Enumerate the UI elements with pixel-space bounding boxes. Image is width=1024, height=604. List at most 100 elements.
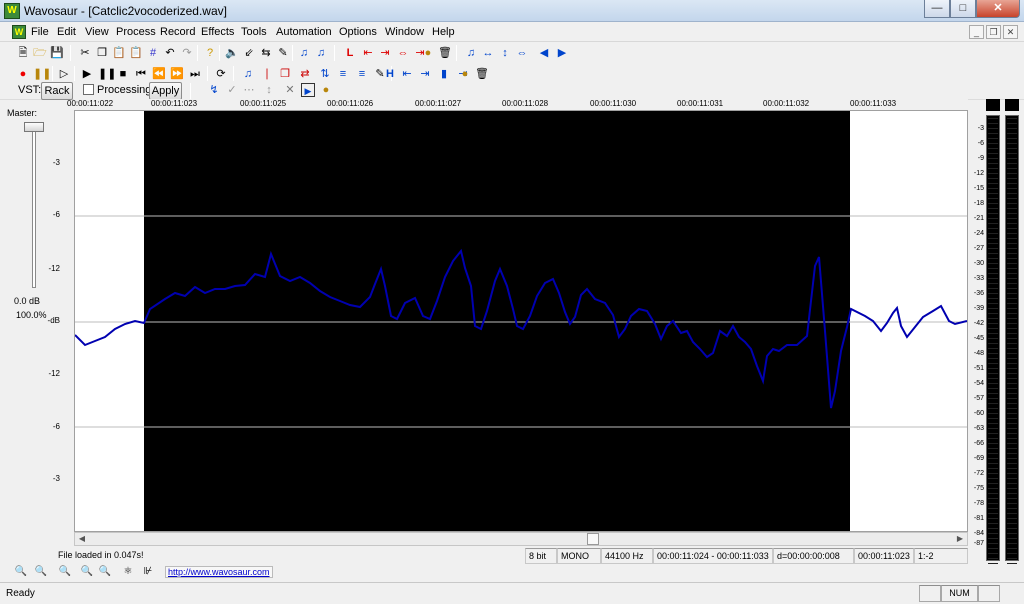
pencil-icon[interactable]: ✎ [276, 46, 290, 60]
marker-next-icon[interactable]: ⇥ [418, 67, 432, 81]
loop-icon[interactable]: ⇆ [259, 46, 273, 60]
zoom-fit-icon[interactable]: ⊮ [141, 565, 155, 579]
close-button[interactable]: ✕ [976, 0, 1020, 18]
play-from-start-icon[interactable]: ▷ [57, 67, 71, 81]
save-icon[interactable]: 💾 [50, 46, 64, 60]
maximize-button[interactable]: □ [950, 0, 976, 18]
zoom-out-icon[interactable]: 🔍 [34, 565, 48, 579]
menu-process[interactable]: Process [116, 26, 156, 38]
wave-left-icon[interactable]: ♫ [297, 46, 311, 60]
trash-icon[interactable]: 🗑 [438, 46, 452, 60]
paste-icon[interactable]: 📋 [112, 46, 126, 60]
reverse-icon[interactable]: ⇄ [298, 67, 312, 81]
automation-lock-icon[interactable]: ● [319, 83, 333, 97]
waveform-canvas[interactable] [74, 111, 968, 531]
go-end-icon[interactable]: ⏭ [188, 67, 202, 81]
shrink-icon[interactable]: ↕ [498, 46, 512, 60]
fit-icon[interactable]: ⇔ [515, 46, 529, 60]
check-icon[interactable]: ✓ [225, 83, 239, 97]
envelope-icon[interactable]: ↯ [207, 83, 221, 97]
zoom-vertical-in-icon[interactable]: 🔍 [80, 565, 94, 579]
stop-icon[interactable]: ■ [116, 67, 130, 81]
menu-edit[interactable]: Edit [57, 26, 76, 38]
gain-icon[interactable]: ≡ [355, 67, 369, 81]
play-icon[interactable]: ▶ [80, 67, 94, 81]
speaker-icon[interactable]: 🔈 [225, 46, 239, 60]
arrows-icon[interactable]: ↕ [262, 83, 276, 97]
stretch-icon[interactable]: ↔ [481, 46, 495, 60]
scroll-right-icon[interactable]: ▶ [953, 533, 967, 545]
marker-right-icon[interactable]: ⇥ [378, 46, 392, 60]
zoom-selection-icon[interactable]: 🔍 [58, 565, 72, 579]
website-link[interactable]: http://www.wavosaur.com [165, 566, 273, 578]
undo-icon[interactable]: ↶ [163, 46, 177, 60]
menu-help[interactable]: Help [432, 26, 455, 38]
go-start-icon[interactable]: ⏮ [134, 67, 148, 81]
scroll-left-icon[interactable]: ◀ [75, 533, 89, 545]
invert-icon[interactable]: ⇅ [318, 67, 332, 81]
crossfade-icon[interactable]: ❐ [278, 67, 292, 81]
marker-icon[interactable]: ⇙ [242, 46, 256, 60]
next-region-icon[interactable]: ▶ [555, 46, 569, 60]
redo-icon[interactable]: ↷ [180, 46, 194, 60]
prev-region-icon[interactable]: ◀ [537, 46, 551, 60]
forward-icon[interactable]: ⏩ [170, 67, 184, 81]
cancel-icon[interactable]: ✕ [283, 83, 297, 97]
document-icon[interactable]: W [12, 25, 26, 39]
wave-right-icon[interactable]: ♫ [314, 46, 328, 60]
copy-icon[interactable]: ❐ [95, 46, 109, 60]
cut-icon[interactable]: ✂ [78, 46, 92, 60]
zoom-in-icon[interactable]: 🔍 [14, 565, 28, 579]
scroll-thumb[interactable] [587, 533, 599, 545]
region-trash-icon[interactable]: 🗑 [475, 67, 489, 81]
zoom-full-icon[interactable]: ⚛ [121, 565, 135, 579]
minimize-button[interactable]: — [924, 0, 950, 18]
doc-minimize-button[interactable]: _ [969, 25, 984, 39]
silence-icon[interactable]: ≡ [336, 67, 350, 81]
lock-icon[interactable]: ● [421, 46, 435, 60]
processing-checkbox[interactable] [83, 84, 94, 95]
peak-indicator-left[interactable] [986, 99, 1000, 111]
doc-restore-button[interactable]: ❐ [986, 25, 1001, 39]
horizontal-scrollbar[interactable]: ◀ ▶ [74, 532, 968, 546]
marker-split-icon[interactable]: ⇔ [396, 46, 410, 60]
marker-prev-icon[interactable]: ⇤ [400, 67, 414, 81]
start-marker-icon[interactable]: L [343, 46, 357, 60]
region-lock-icon[interactable]: ● [458, 67, 472, 81]
zoom-wave-icon[interactable]: ♫ [464, 46, 478, 60]
marker-left-icon[interactable]: ⇤ [361, 46, 375, 60]
apply-button[interactable]: Apply [149, 82, 182, 100]
automation-play-icon[interactable]: ▶ [301, 83, 315, 97]
trim-icon[interactable]: # [146, 46, 160, 60]
menu-view[interactable]: View [85, 26, 109, 38]
loop-play-icon[interactable]: ⟳ [214, 67, 228, 81]
pause-record-icon[interactable]: ❚❚ [33, 67, 51, 81]
menu-window[interactable]: Window [385, 26, 424, 38]
zoom-vertical-out-icon[interactable]: 🔍 [98, 565, 112, 579]
marker-h-icon[interactable]: H [383, 67, 397, 81]
new-icon[interactable]: 🗎 [16, 46, 30, 60]
master-volume-slider[interactable] [24, 122, 44, 132]
waveform-view[interactable] [74, 110, 968, 532]
menu-file[interactable]: File [31, 26, 49, 38]
open-icon[interactable]: 🗁 [33, 46, 47, 60]
rack-button[interactable]: Rack [41, 82, 73, 100]
menu-options[interactable]: Options [339, 26, 377, 38]
rewind-icon[interactable]: ⏪ [152, 67, 166, 81]
fade-icon[interactable]: ∣ [260, 67, 274, 81]
region-icon[interactable]: ▮ [437, 67, 451, 81]
normalize-icon[interactable]: ♫ [241, 67, 255, 81]
selection-region[interactable] [144, 111, 850, 531]
dots-icon[interactable]: ⋯ [242, 83, 256, 97]
menu-automation[interactable]: Automation [276, 26, 332, 38]
paste-mix-icon[interactable]: 📋 [129, 46, 143, 60]
peak-indicator-right[interactable] [1005, 99, 1019, 111]
master-volume-track[interactable] [32, 128, 36, 288]
record-icon[interactable]: ● [16, 67, 30, 81]
menu-effects[interactable]: Effects [201, 26, 234, 38]
pause-icon[interactable]: ❚❚ [98, 67, 116, 81]
doc-close-button[interactable]: ✕ [1003, 25, 1018, 39]
help-icon[interactable]: ? [203, 46, 217, 60]
menu-tools[interactable]: Tools [241, 26, 267, 38]
menu-record[interactable]: Record [160, 26, 195, 38]
